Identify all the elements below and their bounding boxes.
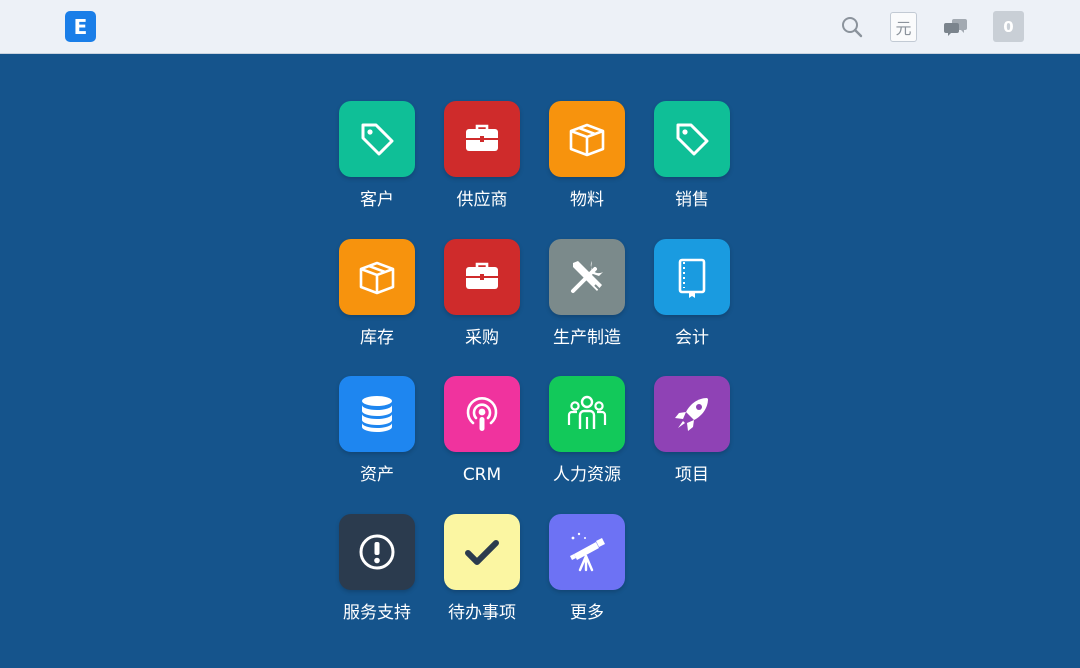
people-icon bbox=[567, 395, 607, 429]
app-project[interactable]: 项目 bbox=[644, 376, 740, 500]
app-tile[interactable] bbox=[549, 514, 625, 590]
app-label: 资产 bbox=[360, 465, 394, 485]
app-tile[interactable] bbox=[549, 376, 625, 452]
app-tile[interactable] bbox=[444, 376, 520, 452]
app-tile[interactable] bbox=[654, 239, 730, 315]
app-label: 待办事项 bbox=[448, 603, 516, 623]
app-tile[interactable] bbox=[339, 514, 415, 590]
chat-icon[interactable] bbox=[941, 11, 971, 42]
app-manufacturing[interactable]: 生产制造 bbox=[539, 239, 635, 363]
app-tile[interactable] bbox=[444, 514, 520, 590]
app-support[interactable]: 服务支持 bbox=[329, 514, 425, 638]
app-label: 供应商 bbox=[456, 190, 508, 210]
app-tile[interactable] bbox=[339, 239, 415, 315]
app-tile[interactable] bbox=[549, 101, 625, 177]
box-icon bbox=[569, 123, 605, 157]
app-label: 生产制造 bbox=[553, 328, 621, 348]
tag-icon bbox=[361, 123, 394, 156]
telescope-icon bbox=[570, 532, 605, 572]
app-purchasing[interactable]: 采购 bbox=[434, 239, 530, 363]
app-inventory[interactable]: 库存 bbox=[329, 239, 425, 363]
app-crm[interactable]: CRM bbox=[434, 376, 530, 500]
top-navbar: E 元 0 bbox=[0, 0, 1080, 54]
box-icon bbox=[359, 261, 395, 295]
app-tile[interactable] bbox=[444, 239, 520, 315]
tag-icon bbox=[676, 123, 709, 156]
briefcase-icon bbox=[466, 124, 498, 151]
app-hr[interactable]: 人力资源 bbox=[539, 376, 635, 500]
app-tile[interactable] bbox=[549, 239, 625, 315]
exclamation-icon bbox=[359, 534, 395, 570]
app-tile[interactable] bbox=[339, 101, 415, 177]
app-more[interactable]: 更多 bbox=[539, 514, 635, 638]
currency-icon[interactable]: 元 bbox=[890, 12, 917, 42]
app-label: 服务支持 bbox=[343, 603, 411, 623]
app-label: 库存 bbox=[360, 328, 394, 348]
app-logo[interactable]: E bbox=[65, 11, 96, 42]
app-sales[interactable]: 销售 bbox=[644, 101, 740, 225]
app-assets[interactable]: 资产 bbox=[329, 376, 425, 500]
search-icon[interactable] bbox=[838, 11, 866, 42]
app-tile[interactable] bbox=[654, 101, 730, 177]
book-icon bbox=[678, 258, 706, 298]
app-label: 人力资源 bbox=[553, 465, 621, 485]
app-tile[interactable] bbox=[444, 101, 520, 177]
app-label: 物料 bbox=[570, 190, 604, 210]
app-label: CRM bbox=[462, 465, 502, 485]
podcast-icon bbox=[466, 396, 498, 431]
app-supplier[interactable]: 供应商 bbox=[434, 101, 530, 225]
app-accounting[interactable]: 会计 bbox=[644, 239, 740, 363]
app-customer[interactable]: 客户 bbox=[329, 101, 425, 225]
tools-icon bbox=[571, 261, 603, 293]
app-label: 客户 bbox=[360, 190, 394, 210]
database-icon bbox=[362, 396, 392, 432]
app-label: 销售 bbox=[675, 190, 709, 210]
app-label: 采购 bbox=[465, 328, 499, 348]
briefcase-icon bbox=[466, 262, 498, 289]
rocket-icon bbox=[675, 398, 708, 431]
check-icon bbox=[465, 540, 499, 565]
app-label: 会计 bbox=[675, 328, 709, 348]
app-material[interactable]: 物料 bbox=[539, 101, 635, 225]
app-label: 更多 bbox=[570, 603, 604, 623]
notification-badge[interactable]: 0 bbox=[993, 11, 1024, 42]
app-label: 项目 bbox=[675, 465, 709, 485]
app-tile[interactable] bbox=[654, 376, 730, 452]
app-todo[interactable]: 待办事项 bbox=[434, 514, 530, 638]
app-tile[interactable] bbox=[339, 376, 415, 452]
